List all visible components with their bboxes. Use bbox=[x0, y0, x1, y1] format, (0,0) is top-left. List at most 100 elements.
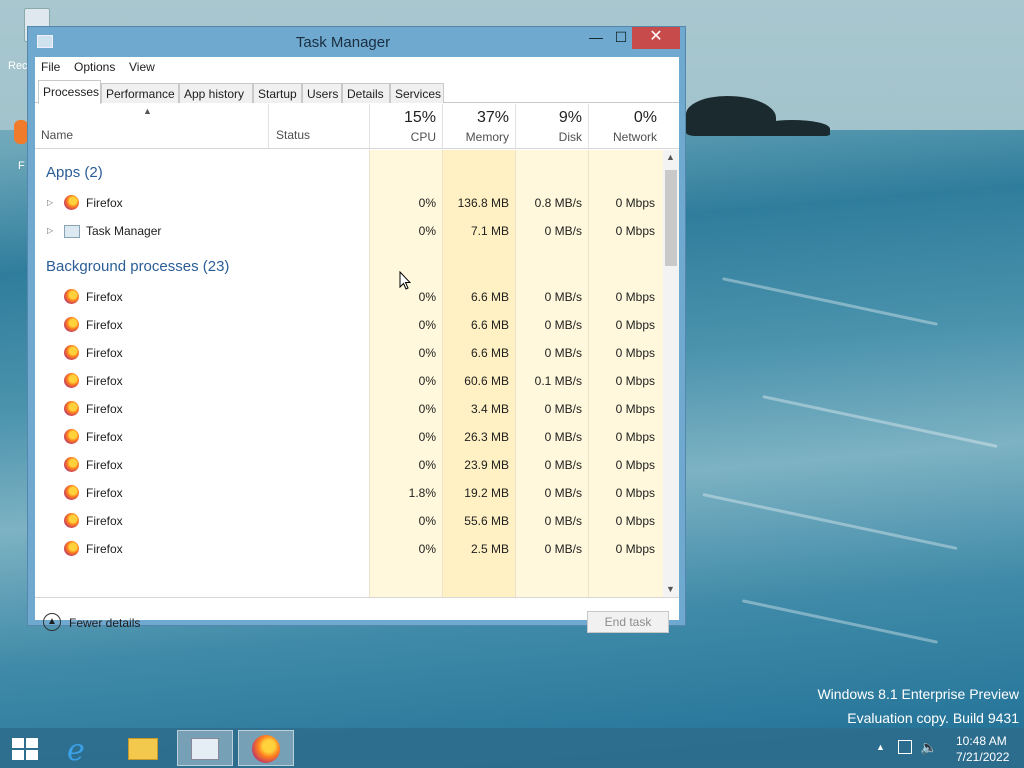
table-row[interactable]: Firefox 1.8% 19.2 MB 0 MB/s 0 Mbps bbox=[35, 479, 663, 507]
tab-performance[interactable]: Performance bbox=[101, 83, 179, 103]
process-cpu: 0% bbox=[418, 374, 436, 388]
process-memory: 3.4 MB bbox=[470, 402, 509, 416]
task-manager-window: Task Manager — ☐ ✕ File Options View Pro… bbox=[27, 26, 686, 633]
scroll-thumb[interactable] bbox=[665, 170, 677, 266]
process-disk: 0 MB/s bbox=[544, 458, 582, 472]
process-disk: 0 MB/s bbox=[544, 318, 582, 332]
column-network[interactable]: 0% Network bbox=[588, 104, 663, 148]
firefox-icon bbox=[64, 541, 79, 556]
desktop-icon-firefox[interactable] bbox=[14, 118, 28, 154]
process-network: 0 Mbps bbox=[615, 430, 655, 444]
process-name: Firefox bbox=[86, 514, 123, 528]
firefox-icon bbox=[64, 345, 79, 360]
firefox-icon bbox=[252, 735, 280, 763]
process-list[interactable]: Apps (2) ▷ Firefox 0% 136.8 MB 0.8 MB/s … bbox=[35, 150, 679, 598]
tab-bar: Processes Performance App history Startu… bbox=[35, 78, 679, 104]
chevron-up-icon[interactable]: ▲ bbox=[43, 613, 61, 631]
group-apps: Apps (2) bbox=[46, 164, 103, 181]
taskbar-task-manager[interactable] bbox=[177, 730, 233, 766]
expand-icon[interactable]: ▷ bbox=[47, 226, 53, 235]
firefox-icon bbox=[64, 289, 79, 304]
table-row[interactable]: Firefox 0% 6.6 MB 0 MB/s 0 Mbps bbox=[35, 283, 663, 311]
task-manager-icon bbox=[191, 738, 219, 760]
firefox-icon bbox=[14, 120, 28, 144]
network-icon[interactable] bbox=[898, 740, 912, 754]
tab-details[interactable]: Details bbox=[342, 83, 390, 103]
minimize-button[interactable]: — bbox=[583, 27, 609, 49]
table-row[interactable]: Firefox 0% 2.5 MB 0 MB/s 0 Mbps bbox=[35, 535, 663, 563]
fewer-details-link[interactable]: Fewer details bbox=[69, 616, 140, 630]
table-row[interactable]: Firefox 0% 3.4 MB 0 MB/s 0 Mbps bbox=[35, 395, 663, 423]
process-memory: 55.6 MB bbox=[464, 514, 509, 528]
scroll-down-icon[interactable]: ▼ bbox=[666, 584, 675, 594]
column-cpu[interactable]: 15% CPU bbox=[369, 104, 442, 148]
vertical-scrollbar[interactable]: ▲ ▼ bbox=[663, 150, 679, 597]
table-row[interactable]: Firefox 0% 60.6 MB 0.1 MB/s 0 Mbps bbox=[35, 367, 663, 395]
firefox-icon bbox=[64, 373, 79, 388]
window-title: Task Manager bbox=[295, 34, 391, 51]
mouse-cursor-icon bbox=[399, 271, 411, 290]
disk-total: 9% bbox=[558, 109, 582, 126]
close-button[interactable]: ✕ bbox=[632, 27, 680, 49]
process-disk: 0.1 MB/s bbox=[534, 374, 582, 388]
file-explorer-icon bbox=[128, 738, 158, 760]
process-cpu: 0% bbox=[418, 542, 436, 556]
menu-file[interactable]: File bbox=[41, 60, 60, 74]
clock-date[interactable]: 7/21/2022 bbox=[956, 750, 1009, 764]
process-disk: 0 MB/s bbox=[544, 346, 582, 360]
process-memory: 6.6 MB bbox=[470, 318, 509, 332]
menu-bar: File Options View bbox=[35, 57, 679, 78]
table-row[interactable]: Firefox 0% 26.3 MB 0 MB/s 0 Mbps bbox=[35, 423, 663, 451]
tab-processes[interactable]: Processes bbox=[38, 80, 101, 104]
taskbar-internet-explorer[interactable]: e bbox=[54, 730, 110, 768]
end-task-button[interactable]: End task bbox=[587, 611, 669, 633]
task-manager-client: File Options View Processes Performance … bbox=[35, 57, 679, 633]
table-row[interactable]: Firefox 0% 55.6 MB 0 MB/s 0 Mbps bbox=[35, 507, 663, 535]
tab-startup[interactable]: Startup bbox=[253, 83, 302, 103]
clock-time[interactable]: 10:48 AM bbox=[956, 734, 1007, 748]
process-name: Firefox bbox=[86, 346, 123, 360]
desktop-icon-label: Rec bbox=[8, 60, 28, 72]
scroll-up-icon[interactable]: ▲ bbox=[666, 152, 675, 162]
column-memory[interactable]: 37% Memory bbox=[442, 104, 515, 148]
process-name: Firefox bbox=[86, 374, 123, 388]
show-hidden-icons[interactable]: ▲ bbox=[876, 742, 885, 752]
table-row[interactable]: ▷ Task Manager 0% 7.1 MB 0 MB/s 0 Mbps bbox=[35, 217, 663, 245]
table-row[interactable]: ▷ Firefox 0% 136.8 MB 0.8 MB/s 0 Mbps bbox=[35, 189, 663, 217]
start-button[interactable] bbox=[0, 728, 50, 768]
tab-app-history[interactable]: App history bbox=[179, 83, 253, 103]
firefox-icon bbox=[64, 195, 79, 210]
process-disk: 0 MB/s bbox=[544, 430, 582, 444]
process-cpu: 1.8% bbox=[408, 486, 436, 500]
expand-icon[interactable]: ▷ bbox=[47, 198, 53, 207]
menu-options[interactable]: Options bbox=[74, 60, 115, 74]
table-row[interactable]: Firefox 0% 6.6 MB 0 MB/s 0 Mbps bbox=[35, 339, 663, 367]
process-disk: 0 MB/s bbox=[544, 514, 582, 528]
internet-explorer-icon: e bbox=[67, 733, 85, 768]
process-network: 0 Mbps bbox=[615, 542, 655, 556]
taskbar: e ▲ 🔈 10:48 AM 7/21/2022 bbox=[0, 728, 1024, 768]
taskbar-file-explorer[interactable] bbox=[115, 730, 171, 766]
desktop-icon-label: F bbox=[18, 160, 25, 172]
taskbar-firefox[interactable] bbox=[238, 730, 294, 766]
table-row[interactable]: Firefox 0% 23.9 MB 0 MB/s 0 Mbps bbox=[35, 451, 663, 479]
network-total: 0% bbox=[633, 109, 657, 126]
volume-muted-icon[interactable]: 🔈 bbox=[920, 739, 937, 756]
tab-services[interactable]: Services bbox=[390, 83, 444, 103]
title-bar[interactable]: Task Manager — ☐ ✕ bbox=[28, 27, 685, 57]
column-name[interactable]: Name bbox=[35, 104, 268, 148]
process-cpu: 0% bbox=[418, 318, 436, 332]
maximize-button[interactable]: ☐ bbox=[608, 27, 634, 49]
column-disk[interactable]: 9% Disk bbox=[515, 104, 588, 148]
task-manager-icon bbox=[64, 225, 80, 238]
process-network: 0 Mbps bbox=[615, 346, 655, 360]
column-status[interactable]: Status bbox=[268, 104, 369, 148]
process-network: 0 Mbps bbox=[615, 402, 655, 416]
menu-view[interactable]: View bbox=[129, 60, 155, 74]
process-network: 0 Mbps bbox=[615, 514, 655, 528]
process-name: Firefox bbox=[86, 402, 123, 416]
process-disk: 0 MB/s bbox=[544, 542, 582, 556]
process-disk: 0 MB/s bbox=[544, 290, 582, 304]
table-row[interactable]: Firefox 0% 6.6 MB 0 MB/s 0 Mbps bbox=[35, 311, 663, 339]
tab-users[interactable]: Users bbox=[302, 83, 342, 103]
